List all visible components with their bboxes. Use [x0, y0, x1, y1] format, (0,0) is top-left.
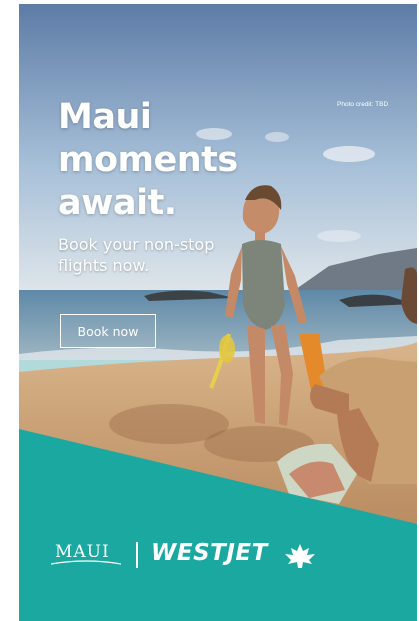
logo-divider	[136, 542, 138, 568]
book-now-button[interactable]: Book now	[60, 314, 156, 348]
subheadline-line-2: flights now.	[58, 256, 150, 275]
subheadline: Book your non-stop flights now.	[58, 234, 214, 276]
maui-logo: MAUI	[51, 542, 121, 565]
headline-line-3: await.	[58, 183, 177, 223]
headline-line-1: Maui	[58, 97, 152, 137]
maui-swoosh-icon	[51, 560, 121, 565]
headline: Maui moments await.	[58, 96, 238, 225]
headline-line-2: moments	[58, 140, 238, 180]
banner-ad[interactable]: Maui moments await. Book your non-stop f…	[19, 4, 417, 621]
photo-credit: Photo credit: TBD	[337, 101, 389, 108]
subheadline-line-1: Book your non-stop	[58, 235, 215, 254]
westjet-logo: WESTJET	[151, 540, 268, 566]
maui-logo-text: MAUI	[55, 542, 110, 562]
logo-bar: MAUI WESTJET	[19, 534, 417, 584]
maple-leaf-icon	[285, 544, 315, 568]
